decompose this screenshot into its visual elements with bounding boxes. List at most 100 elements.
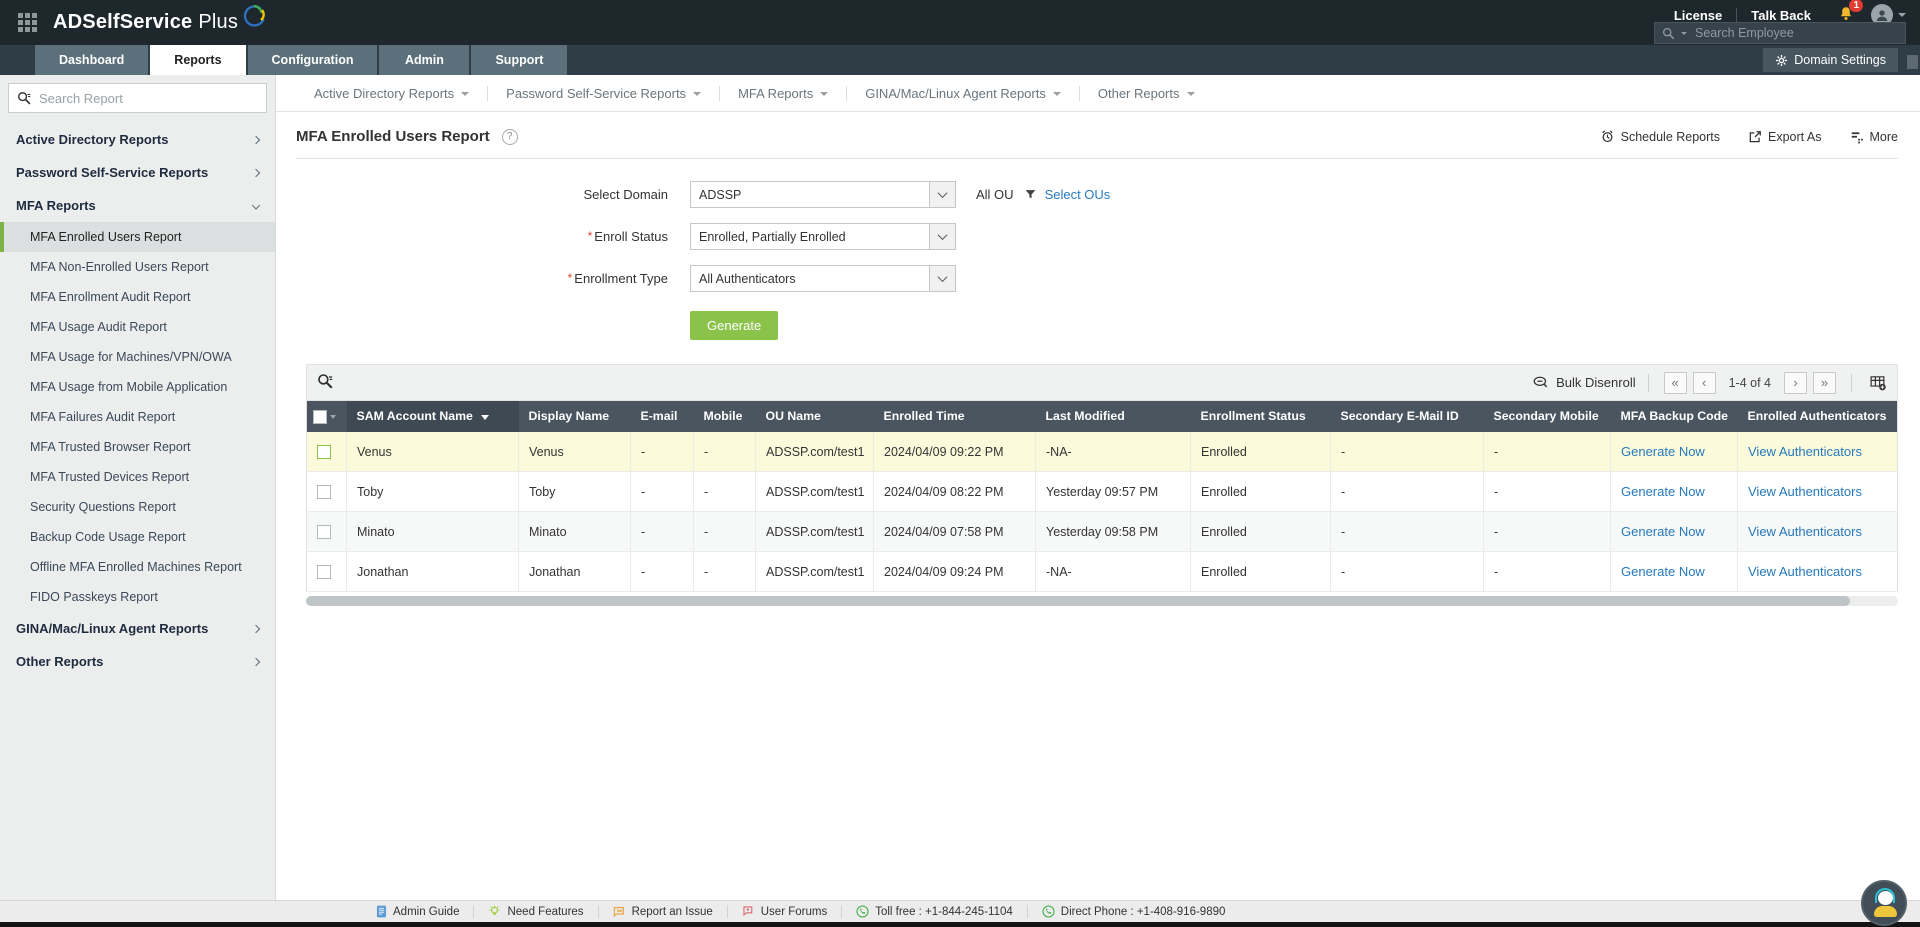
talkback-link[interactable]: Talk Back xyxy=(1736,7,1825,23)
generate-now-link[interactable]: Generate Now xyxy=(1621,524,1705,539)
user-forums-link[interactable]: User Forums xyxy=(726,905,841,918)
sidebar-item-mfa-trusted-browser-report[interactable]: MFA Trusted Browser Report xyxy=(0,432,275,462)
column-sam-account-name[interactable]: SAM Account Name xyxy=(346,400,519,432)
sidebar-item-mfa-enrolled-users-report[interactable]: MFA Enrolled Users Report xyxy=(0,222,275,252)
pagination-last-button[interactable]: » xyxy=(1813,371,1836,394)
sidebar-item-mfa-reports[interactable]: MFA Reports xyxy=(0,189,275,222)
toll-free-number[interactable]: Toll free : +1-844-245-1104 xyxy=(841,905,1027,918)
admin-guide-link[interactable]: Admin Guide xyxy=(362,905,473,918)
column-last-modified[interactable]: Last Modified xyxy=(1035,400,1191,432)
sidebar-item-mfa-trusted-devices-report[interactable]: MFA Trusted Devices Report xyxy=(0,462,275,492)
tab-support[interactable]: Support xyxy=(471,45,568,75)
help-icon[interactable]: ? xyxy=(501,128,518,145)
nav-gina-agent-reports[interactable]: GINA/Mac/Linux Agent Reports xyxy=(846,85,1079,101)
scrollbar-thumb[interactable] xyxy=(306,596,1851,607)
table-row: Jonathan Jonathan - - ADSSP.com/test1 20… xyxy=(306,551,1898,593)
nav-other-reports[interactable]: Other Reports xyxy=(1078,85,1213,101)
tab-configuration[interactable]: Configuration xyxy=(247,45,378,75)
generate-now-link[interactable]: Generate Now xyxy=(1621,564,1705,579)
domain-settings-button[interactable]: Domain Settings xyxy=(1763,48,1898,72)
column-ou-name[interactable]: OU Name xyxy=(755,400,874,432)
view-authenticators-link[interactable]: View Authenticators xyxy=(1748,564,1862,579)
column-secondary-mobile[interactable]: Secondary Mobile xyxy=(1483,400,1611,432)
row-checkbox[interactable] xyxy=(317,485,331,500)
enroll-status-dropdown[interactable]: Enrolled, Partially Enrolled xyxy=(690,223,956,250)
select-domain-dropdown[interactable]: ADSSP xyxy=(690,181,956,208)
pagination-prev-button[interactable]: ‹ xyxy=(1692,371,1716,394)
nav-mfa-reports[interactable]: MFA Reports xyxy=(719,85,846,101)
column-enrollment-status[interactable]: Enrollment Status xyxy=(1190,400,1331,432)
dropdown-chevron-icon[interactable] xyxy=(929,266,955,291)
row-checkbox[interactable] xyxy=(317,565,331,580)
generate-now-link[interactable]: Generate Now xyxy=(1621,444,1705,459)
sidebar-item-mfa-usage-audit-report[interactable]: MFA Usage Audit Report xyxy=(0,312,275,342)
avatar-caret-icon[interactable] xyxy=(1898,13,1906,17)
column-mfa-backup-code[interactable]: MFA Backup Code xyxy=(1610,400,1738,432)
sort-caret-icon xyxy=(480,415,489,421)
pagination-next-button[interactable]: › xyxy=(1784,371,1807,394)
search-scope-caret-icon[interactable] xyxy=(1681,31,1687,35)
nav-active-directory-reports[interactable]: Active Directory Reports xyxy=(296,86,487,101)
live-chat-button[interactable] xyxy=(1861,880,1907,926)
scrollbar-corner[interactable] xyxy=(1907,55,1918,69)
bulk-disenroll-button[interactable]: Bulk Disenroll xyxy=(1532,375,1636,390)
report-search-input[interactable] xyxy=(39,90,266,106)
tab-admin[interactable]: Admin xyxy=(379,45,470,75)
select-menu-caret-icon[interactable] xyxy=(330,414,336,419)
horizontal-scrollbar[interactable] xyxy=(306,596,1898,607)
export-as-button[interactable]: Export As xyxy=(1748,130,1822,144)
sidebar-item-password-self-service-reports[interactable]: Password Self-Service Reports xyxy=(0,156,275,189)
select-all-checkbox[interactable] xyxy=(313,409,327,424)
ou-filter-icon[interactable] xyxy=(1024,188,1037,201)
column-chooser-icon[interactable] xyxy=(1868,374,1887,391)
view-authenticators-link[interactable]: View Authenticators xyxy=(1748,484,1862,499)
column-email[interactable]: E-mail xyxy=(630,400,694,432)
more-button[interactable]: More xyxy=(1850,130,1898,144)
generate-now-link[interactable]: Generate Now xyxy=(1621,484,1705,499)
sidebar-item-mfa-failures-audit-report[interactable]: MFA Failures Audit Report xyxy=(0,402,275,432)
nav-password-self-service-reports[interactable]: Password Self-Service Reports xyxy=(487,85,719,101)
employee-search-input[interactable] xyxy=(1695,26,1905,40)
select-ous-link[interactable]: Select OUs xyxy=(1045,187,1111,202)
pagination-info: 1-4 of 4 xyxy=(1728,375,1771,390)
app-grid-icon[interactable] xyxy=(18,13,37,32)
tab-dashboard[interactable]: Dashboard xyxy=(35,45,149,75)
row-checkbox[interactable] xyxy=(317,525,331,540)
column-mobile[interactable]: Mobile xyxy=(693,400,756,432)
schedule-reports-button[interactable]: Schedule Reports xyxy=(1600,129,1720,144)
sidebar-item-gina-agent-reports[interactable]: GINA/Mac/Linux Agent Reports xyxy=(0,612,275,645)
sidebar-item-mfa-non-enrolled-users-report[interactable]: MFA Non-Enrolled Users Report xyxy=(0,252,275,282)
sidebar-item-mfa-enrollment-audit-report[interactable]: MFA Enrollment Audit Report xyxy=(0,282,275,312)
sidebar-item-other-reports[interactable]: Other Reports xyxy=(0,645,275,678)
forum-chat-icon xyxy=(743,906,753,916)
cell-mobile: - xyxy=(693,431,756,473)
need-features-link[interactable]: Need Features xyxy=(473,905,597,918)
license-link[interactable]: License xyxy=(1660,8,1736,23)
row-checkbox[interactable] xyxy=(317,444,331,459)
sidebar-item-active-directory-reports[interactable]: Active Directory Reports xyxy=(0,123,275,156)
table-search-icon[interactable] xyxy=(317,373,333,392)
generate-button[interactable]: Generate xyxy=(690,311,779,340)
view-authenticators-link[interactable]: View Authenticators xyxy=(1748,524,1862,539)
sidebar-item-fido-passkeys-report[interactable]: FIDO Passkeys Report xyxy=(0,582,275,612)
dropdown-chevron-icon[interactable] xyxy=(929,224,955,249)
column-secondary-email[interactable]: Secondary E-Mail ID xyxy=(1330,400,1484,432)
column-enrolled-authenticators[interactable]: Enrolled Authenticators xyxy=(1737,400,1898,432)
enrollment-type-dropdown[interactable]: All Authenticators xyxy=(690,265,956,292)
select-domain-value: ADSSP xyxy=(699,187,742,202)
sidebar-item-mfa-usage-machines[interactable]: MFA Usage for Machines/VPN/OWA xyxy=(0,342,275,372)
sidebar-item-backup-code-usage-report[interactable]: Backup Code Usage Report xyxy=(0,522,275,552)
direct-phone-number[interactable]: Direct Phone : +1-408-916-9890 xyxy=(1026,905,1240,918)
view-authenticators-link[interactable]: View Authenticators xyxy=(1748,444,1862,459)
column-display-name[interactable]: Display Name xyxy=(518,400,631,432)
sidebar-item-security-questions-report[interactable]: Security Questions Report xyxy=(0,492,275,522)
sidebar-item-mfa-usage-mobile[interactable]: MFA Usage from Mobile Application xyxy=(0,372,275,402)
sidebar-item-offline-mfa-enrolled-machines-report[interactable]: Offline MFA Enrolled Machines Report xyxy=(0,552,275,582)
pagination-first-button[interactable]: « xyxy=(1663,371,1687,394)
tab-reports[interactable]: Reports xyxy=(150,45,246,75)
reports-sidebar: Active Directory Reports Password Self-S… xyxy=(0,75,276,900)
dropdown-chevron-icon[interactable] xyxy=(929,182,955,207)
column-enrolled-time[interactable]: Enrolled Time xyxy=(873,400,1036,432)
search-icon[interactable] xyxy=(1662,27,1675,40)
report-issue-link[interactable]: Report an Issue xyxy=(597,905,727,918)
